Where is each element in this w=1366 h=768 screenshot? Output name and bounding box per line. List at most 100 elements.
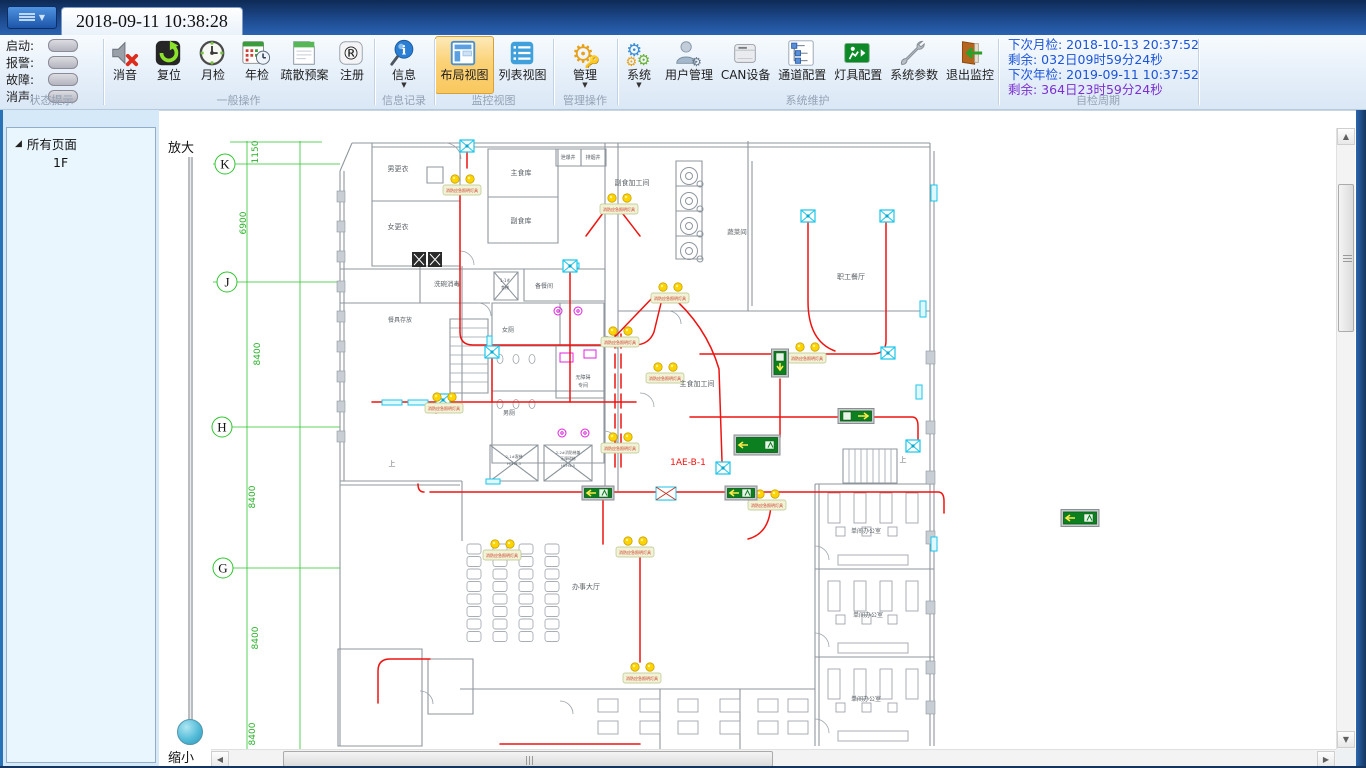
月检-button[interactable]: 月检 bbox=[191, 36, 235, 94]
svg-text:🔑: 🔑 bbox=[585, 54, 599, 68]
exit-sign[interactable] bbox=[772, 349, 789, 377]
vertical-scroll-thumb[interactable] bbox=[1338, 184, 1354, 332]
room-label: 洗碗消毒 bbox=[434, 279, 461, 288]
zoom-slider-column: 放大 缩小 bbox=[159, 110, 211, 768]
tree-node-all-pages[interactable]: ◢ 所有页面 bbox=[7, 128, 155, 153]
list-view-icon bbox=[507, 38, 539, 68]
room-label: 2-1#客梯 bbox=[506, 454, 523, 459]
tree-node-1f[interactable]: 1F bbox=[7, 153, 155, 170]
ceiling-lamp-device[interactable] bbox=[801, 210, 815, 222]
emergency-lamp-pair[interactable]: 消防应急照明灯具 bbox=[443, 175, 481, 195]
zoom-slider-track[interactable] bbox=[188, 157, 193, 732]
button-label: 信息 bbox=[392, 68, 416, 82]
svg-text:K: K bbox=[220, 157, 230, 172]
ceiling-lamp-device[interactable] bbox=[716, 462, 730, 474]
ceiling-lamp-device[interactable] bbox=[485, 346, 499, 358]
退出监控-button[interactable]: 退出监控 bbox=[942, 36, 998, 94]
manage-icon: ⚙🔑 bbox=[569, 38, 601, 68]
status-group: 启动: 报警: 故障: 消声: 状态提示 bbox=[0, 35, 103, 109]
dimension-label: 6900 bbox=[239, 211, 249, 234]
self-check-line: 下次月检: 2018-10-13 20:37:52 bbox=[1008, 37, 1199, 52]
month-check-icon bbox=[197, 38, 229, 68]
lamp-label: 消防应急照明灯具 bbox=[626, 675, 658, 681]
布局视图-button[interactable]: 布局视图 bbox=[435, 36, 493, 94]
emergency-lamp-pair[interactable]: 消防应急照明灯具 bbox=[601, 327, 639, 347]
管理-button[interactable]: ⚙🔑管理▼ bbox=[563, 36, 607, 94]
button-label: 布局视图 bbox=[440, 68, 488, 82]
evacuation-plan-icon bbox=[289, 38, 321, 68]
floor-plan-canvas[interactable]: KJHG115069008400840084008400消防应急照明灯具消防应急… bbox=[211, 110, 1356, 768]
用户管理-button[interactable]: ⚙用户管理 bbox=[661, 36, 717, 94]
toolbar-group: i信息▼信息记录 bbox=[374, 35, 434, 109]
emergency-lamp-pair[interactable]: 消防应急照明灯具 bbox=[651, 283, 689, 303]
button-label: 月检 bbox=[201, 68, 225, 82]
datetime-tab[interactable]: 2018-09-11 10:38:28 bbox=[61, 7, 243, 35]
通道配置-button[interactable]: 通道配置 bbox=[774, 36, 830, 94]
ceiling-lamp-device[interactable] bbox=[880, 210, 894, 222]
mute-icon bbox=[109, 38, 141, 68]
exit-sign[interactable] bbox=[725, 486, 757, 500]
lamp-label: 消防应急照明灯具 bbox=[619, 549, 651, 555]
注册-button[interactable]: ®注册 bbox=[330, 36, 374, 94]
lamp-label: 消防应急照明灯具 bbox=[603, 206, 635, 212]
scroll-up-button[interactable]: ▲ bbox=[1337, 128, 1355, 145]
lamp-label: 消防应急照明灯具 bbox=[649, 375, 681, 381]
dimension-label: 1150 bbox=[251, 140, 261, 163]
room-label: 办事大厅 bbox=[572, 582, 600, 591]
ceiling-lamp-device[interactable] bbox=[881, 347, 895, 359]
emergency-lamp-pair[interactable]: 消防应急照明灯具 bbox=[616, 537, 654, 557]
dropdown-arrow-icon[interactable]: ▼ bbox=[582, 82, 587, 89]
exit-sign[interactable] bbox=[734, 435, 780, 455]
emergency-lamp-pair[interactable]: 消防应急照明灯具 bbox=[600, 194, 638, 214]
tree-expand-icon[interactable]: ◢ bbox=[15, 139, 22, 149]
svg-text:⚙: ⚙ bbox=[691, 55, 702, 68]
button-label: 系统 bbox=[627, 68, 651, 82]
emergency-lamp-pair[interactable]: 消防应急照明灯具 bbox=[623, 663, 661, 683]
group-separator bbox=[1198, 39, 1199, 105]
ceiling-lamp-device[interactable] bbox=[906, 440, 920, 452]
button-label: 复位 bbox=[157, 68, 181, 82]
toolbar-group: ⚙⚙⚙系统▼⚙用户管理CAN设备通道配置灯具配置系统参数退出监控系统维护 bbox=[617, 35, 998, 109]
emergency-lamp-pair[interactable]: 消防应急照明灯具 bbox=[483, 540, 521, 560]
room-label: 泄爆井 bbox=[560, 154, 575, 161]
系统-button[interactable]: ⚙⚙⚙系统▼ bbox=[617, 36, 661, 94]
info-icon: i bbox=[388, 38, 420, 68]
distribution-box[interactable] bbox=[656, 487, 676, 500]
zoom-slider-thumb[interactable] bbox=[177, 719, 203, 745]
灯具配置-button[interactable]: 灯具配置 bbox=[830, 36, 886, 94]
button-label: 管理 bbox=[573, 68, 597, 82]
self-check-group: 下次月检: 2018-10-13 20:37:52剩余: 032日09时59分2… bbox=[998, 35, 1198, 109]
ceiling-lamp-device[interactable] bbox=[563, 260, 577, 272]
dimension-label: 8400 bbox=[251, 626, 261, 649]
CAN设备-button[interactable]: CAN设备 bbox=[717, 36, 774, 94]
lamp-label: 消防应急照明灯具 bbox=[654, 295, 686, 301]
emergency-lamp-pair[interactable]: 消防应急照明灯具 bbox=[646, 363, 684, 383]
floor-plan: KJHG115069008400840084008400消防应急照明灯具消防应急… bbox=[211, 128, 1336, 749]
button-label: 消音 bbox=[113, 68, 137, 82]
toolbar-group: 消音复位月检年检疏散预案®注册一般操作 bbox=[103, 35, 374, 109]
group-caption: 系统维护 bbox=[617, 92, 998, 108]
年检-button[interactable]: 年检 bbox=[235, 36, 279, 94]
dropdown-arrow-icon[interactable]: ▼ bbox=[636, 82, 641, 89]
exit-sign[interactable] bbox=[582, 486, 614, 500]
emergency-lamp-pair[interactable]: 消防应急照明灯具 bbox=[601, 433, 639, 453]
exit-sign[interactable] bbox=[838, 409, 874, 424]
grid-letter: H bbox=[212, 417, 232, 437]
复位-button[interactable]: 复位 bbox=[147, 36, 191, 94]
layout-view-icon bbox=[448, 38, 480, 68]
dropdown-arrow-icon[interactable]: ▼ bbox=[401, 82, 406, 89]
信息-button[interactable]: i信息▼ bbox=[382, 36, 426, 94]
vertical-scrollbar[interactable]: ▲ ▼ bbox=[1336, 128, 1355, 749]
app-menu-button[interactable]: ▼ bbox=[7, 6, 57, 29]
系统参数-button[interactable]: 系统参数 bbox=[886, 36, 942, 94]
room-label: 1-1# bbox=[500, 278, 511, 283]
列表视图-button[interactable]: 列表视图 bbox=[494, 36, 552, 94]
emergency-lamp-pair[interactable]: 消防应急照明灯具 bbox=[788, 343, 826, 363]
ceiling-lamp-device[interactable] bbox=[460, 140, 474, 152]
exit-sign[interactable] bbox=[1061, 510, 1099, 527]
scroll-down-button[interactable]: ▼ bbox=[1337, 731, 1355, 748]
horizontal-scroll-thumb[interactable] bbox=[283, 751, 773, 767]
疏散预案-button[interactable]: 疏散预案 bbox=[279, 36, 330, 94]
toilet-stalls bbox=[497, 355, 535, 409]
消音-button[interactable]: 消音 bbox=[103, 36, 147, 94]
